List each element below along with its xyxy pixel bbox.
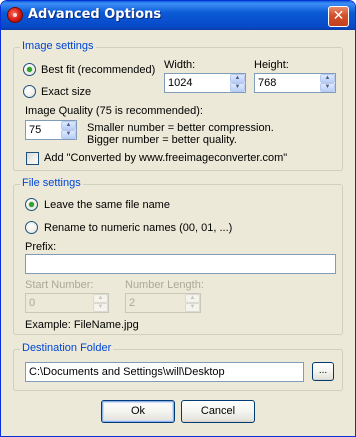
image-quality-label: Image Quality (75 is recommended): [25,105,203,117]
window-title: Advanced Options [28,7,162,22]
prefix-label: Prefix: [25,241,57,253]
spin-up-icon[interactable]: ▲ [230,74,245,83]
width-label: Width: [164,59,196,71]
spin-up-icon[interactable]: ▲ [93,294,108,303]
file-settings-legend: File settings [20,177,83,189]
number-length-stepper[interactable]: ▲ ▼ [185,294,200,312]
numeric-names-label[interactable]: Rename to numeric names (00, 01, ...) [44,222,232,234]
add-credit-checkbox[interactable] [26,152,39,165]
spin-down-icon[interactable]: ▼ [61,130,76,139]
quality-hint-compression: Smaller number = better compression. [87,122,274,134]
ok-button[interactable]: Ok [101,400,175,423]
quality-hint-quality: Bigger number = better quality. [87,134,237,146]
best-fit-label[interactable]: Best fit (recommended) [41,64,155,76]
advanced-options-dialog: Advanced Options ✕ Image settings Best f… [0,0,356,437]
title-bar[interactable]: Advanced Options ✕ [1,1,355,30]
exact-size-label[interactable]: Exact size [41,86,91,98]
spin-down-icon[interactable]: ▼ [93,303,108,312]
destination-path-field[interactable]: C:\Documents and Settings\will\Desktop [25,362,304,382]
same-file-name-label[interactable]: Leave the same file name [44,199,170,211]
image-quality-stepper[interactable]: ▲ ▼ [61,121,76,139]
prefix-field[interactable] [25,254,336,274]
close-button[interactable]: ✕ [328,6,349,27]
start-number-label: Start Number: [25,279,94,291]
spin-down-icon[interactable]: ▼ [185,303,200,312]
destination-folder-legend: Destination Folder [20,342,114,354]
spin-up-icon[interactable]: ▲ [320,74,335,83]
app-icon [7,7,23,23]
same-file-name-radio[interactable] [25,198,38,211]
best-fit-radio[interactable] [23,63,36,76]
start-number-stepper[interactable]: ▲ ▼ [93,294,108,312]
spin-up-icon[interactable]: ▲ [61,121,76,130]
numeric-names-radio[interactable] [25,221,38,234]
browse-button[interactable]: ... [312,362,334,381]
add-credit-label[interactable]: Add "Converted by www.freeimageconverter… [44,152,287,164]
number-length-label: Number Length: [125,279,204,291]
spin-down-icon[interactable]: ▼ [230,83,245,92]
spin-up-icon[interactable]: ▲ [185,294,200,303]
exact-size-radio[interactable] [23,85,36,98]
width-stepper[interactable]: ▲ ▼ [230,74,245,92]
cancel-button[interactable]: Cancel [181,400,255,423]
height-stepper[interactable]: ▲ ▼ [320,74,335,92]
spin-down-icon[interactable]: ▼ [320,83,335,92]
image-settings-legend: Image settings [20,40,96,52]
height-label: Height: [254,59,289,71]
example-text: Example: FileName.jpg [25,319,139,331]
